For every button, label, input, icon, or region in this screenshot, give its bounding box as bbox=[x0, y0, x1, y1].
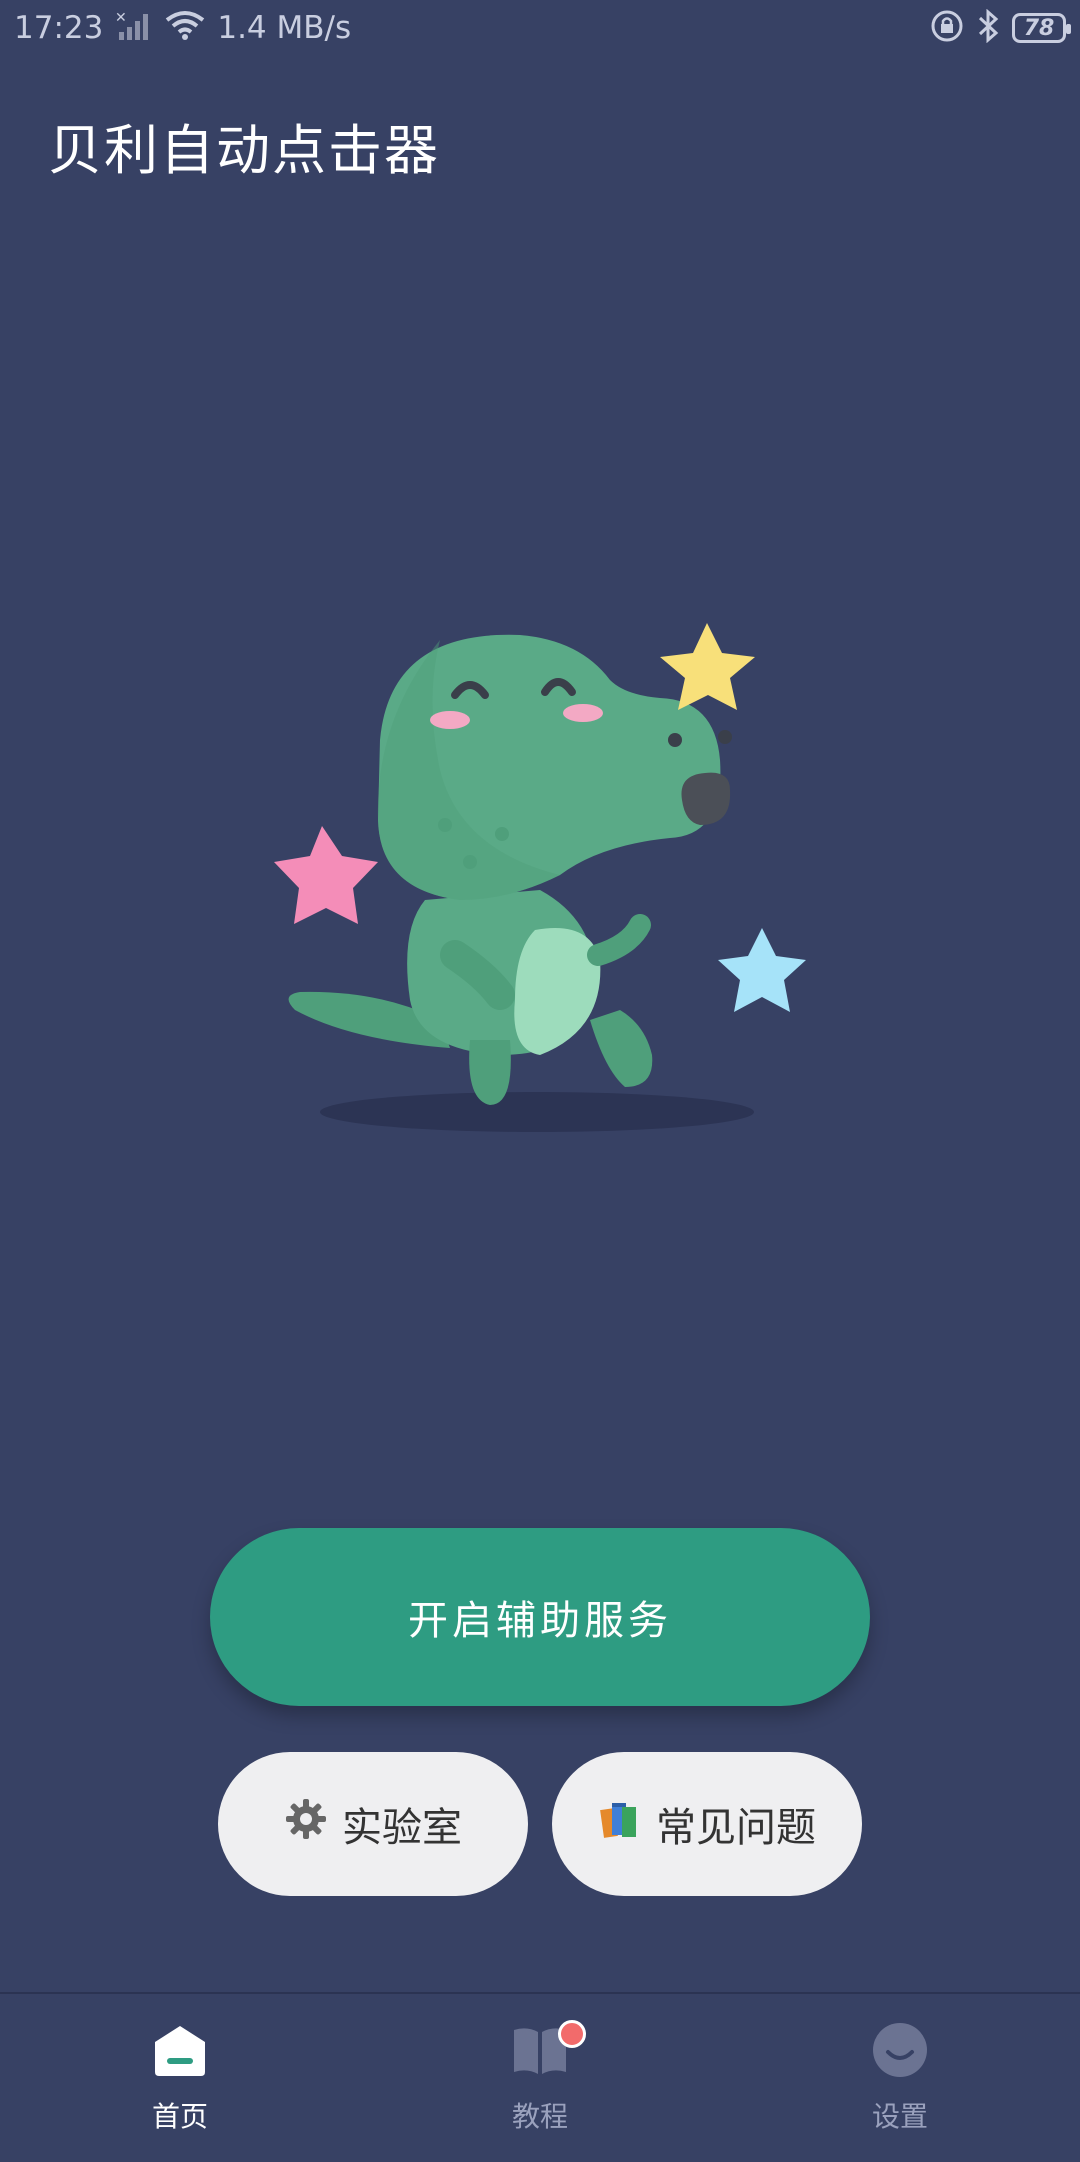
status-right: 78 bbox=[930, 8, 1071, 47]
faq-button[interactable]: 常见问题 bbox=[552, 1752, 862, 1896]
signal-icon: ✕ bbox=[115, 10, 153, 46]
status-bar: 17:23 ✕ 1.4 MB/s 78 bbox=[0, 0, 1080, 56]
faq-button-label: 常见问题 bbox=[656, 1805, 816, 1851]
tab-home[interactable]: 首页 bbox=[90, 2022, 270, 2135]
gear-icon bbox=[284, 1797, 328, 1851]
lock-rotation-icon bbox=[930, 9, 964, 47]
wifi-icon bbox=[165, 10, 205, 46]
enable-accessibility-service-button[interactable]: 开启辅助服务 bbox=[210, 1528, 870, 1706]
network-speed: 1.4 MB/s bbox=[217, 10, 352, 46]
smile-icon bbox=[871, 2022, 929, 2085]
status-time: 17:23 bbox=[14, 10, 104, 46]
battery-icon: 78 bbox=[1012, 13, 1071, 43]
tab-home-label: 首页 bbox=[151, 2100, 208, 2133]
bluetooth-icon bbox=[976, 8, 1000, 47]
lab-button-label: 实验室 bbox=[342, 1805, 462, 1851]
page-title: 贝利自动点击器 bbox=[48, 119, 440, 182]
battery-level: 78 bbox=[1023, 15, 1055, 41]
status-left: 17:23 ✕ 1.4 MB/s bbox=[14, 10, 351, 46]
lab-button[interactable]: 实验室 bbox=[218, 1752, 528, 1896]
notification-badge bbox=[558, 2020, 586, 2048]
tab-settings-label: 设置 bbox=[871, 2100, 928, 2133]
tab-tutorial-label: 教程 bbox=[511, 2100, 568, 2133]
bottom-navigation: 首页 教程 设置 bbox=[0, 1992, 1080, 2162]
svg-text:✕: ✕ bbox=[115, 10, 127, 26]
tab-settings[interactable]: 设置 bbox=[810, 2022, 990, 2135]
books-icon bbox=[598, 1797, 642, 1851]
tab-tutorial[interactable]: 教程 bbox=[450, 2020, 630, 2135]
home-icon bbox=[151, 2022, 209, 2085]
dinosaur-illustration bbox=[260, 600, 820, 1160]
